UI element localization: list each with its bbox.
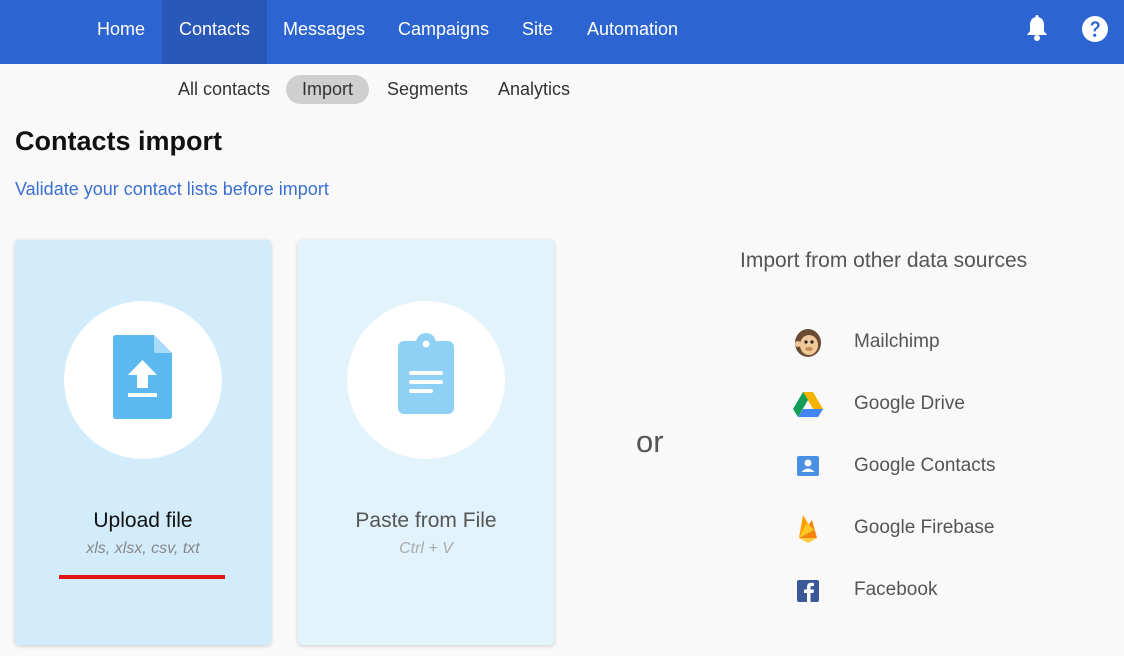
source-google-firebase[interactable]: Google Firebase [790,510,1050,546]
nav-site[interactable]: Site [505,0,570,64]
nav-automation[interactable]: Automation [570,0,695,64]
source-label: Facebook [854,579,938,600]
paste-from-file-card[interactable]: Paste from File Ctrl + V [298,240,554,645]
top-navigation-bar: Home Contacts Messages Campaigns Site Au… [0,0,1124,64]
subnav-analytics[interactable]: Analytics [482,75,586,104]
nav-contacts[interactable]: Contacts [162,0,268,64]
subnav-segments[interactable]: Segments [371,75,484,104]
facebook-icon [790,572,826,608]
source-google-contacts[interactable]: Google Contacts [790,448,1050,484]
upload-file-formats: xls, xlsx, csv, txt [86,540,200,557]
google-contacts-icon [790,448,826,484]
highlight-underline [59,575,225,579]
mailchimp-icon [790,324,826,360]
page-title: Contacts import [15,126,223,156]
upload-file-title: Upload file [93,509,193,532]
nav-home[interactable]: Home [80,0,162,64]
source-mailchimp[interactable]: Mailchimp [790,324,1050,360]
clipboard-icon [398,333,454,414]
source-label: Mailchimp [854,331,940,352]
source-label: Google Firebase [854,517,995,538]
subnav-import[interactable]: Import [286,75,370,104]
bell-icon[interactable] [1023,14,1051,44]
source-label: Google Drive [854,393,965,414]
upload-file-card[interactable]: Upload file xls, xlsx, csv, txt [15,240,271,645]
paste-shortcut: Ctrl + V [399,540,453,557]
nav-messages[interactable]: Messages [266,0,382,64]
file-upload-icon [113,335,172,419]
google-drive-icon [790,386,826,422]
source-google-drive[interactable]: Google Drive [790,386,1050,422]
source-label: Google Contacts [854,455,996,476]
or-separator: or [636,424,664,459]
data-sources-title: Import from other data sources [740,249,1028,272]
paste-icon-circle [347,301,505,459]
upload-icon-circle [64,301,222,459]
subnav-all-contacts[interactable]: All contacts [162,75,286,104]
nav-campaigns[interactable]: Campaigns [381,0,506,64]
paste-from-file-title: Paste from File [355,509,497,532]
help-icon[interactable] [1081,15,1109,43]
firebase-icon [790,510,826,546]
validate-contacts-link[interactable]: Validate your contact lists before impor… [15,179,329,200]
source-facebook[interactable]: Facebook [790,572,1050,608]
